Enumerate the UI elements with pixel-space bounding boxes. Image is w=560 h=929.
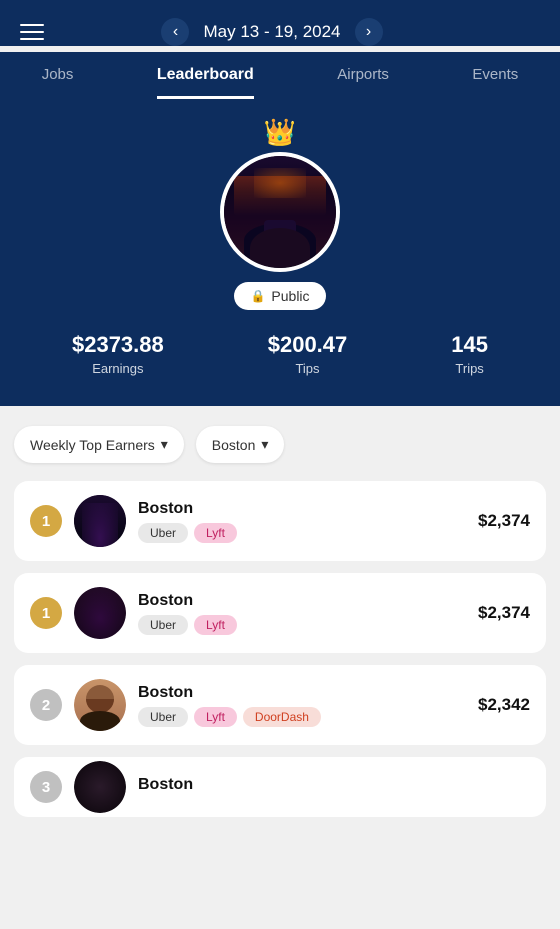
item-info-2: Boston Uber Lyft: [138, 592, 466, 635]
item-info-4: Boston: [138, 776, 530, 799]
earnings-value: $2373.88: [72, 332, 164, 358]
next-week-button[interactable]: ›: [355, 18, 383, 46]
city-label-3: Boston: [138, 684, 466, 702]
stats-row: $2373.88 Earnings $200.47 Tips 145 Trips: [20, 332, 540, 376]
date-range-label: May 13 - 19, 2024: [203, 22, 340, 42]
item-info-3: Boston Uber Lyft DoorDash: [138, 684, 466, 727]
hamburger-menu[interactable]: [20, 24, 44, 40]
user-avatar: [220, 152, 340, 272]
filter-row: Weekly Top Earners ▾ Boston ▾: [14, 426, 546, 463]
tab-jobs[interactable]: Jobs: [42, 66, 74, 99]
city-label-1: Boston: [138, 500, 466, 518]
header: ‹ May 13 - 19, 2024 ›: [0, 0, 560, 46]
uber-tag-2: Uber: [138, 615, 188, 635]
privacy-label: Public: [271, 288, 309, 304]
crown-icon: 👑: [264, 117, 296, 148]
amount-3: $2,342: [478, 695, 530, 715]
leaderboard-item-partial[interactable]: 3 Boston: [14, 757, 546, 817]
trips-label: Trips: [451, 361, 488, 376]
earnings-stat: $2373.88 Earnings: [72, 332, 164, 376]
amount-1: $2,374: [478, 511, 530, 531]
prev-week-button[interactable]: ‹: [161, 18, 189, 46]
privacy-badge[interactable]: 🔒 Public: [234, 282, 325, 310]
avatar-4: [74, 761, 126, 813]
earners-filter-label: Weekly Top Earners: [30, 437, 155, 453]
avatar-image: [224, 156, 336, 268]
earners-chevron-icon: ▾: [161, 436, 168, 453]
earners-filter-button[interactable]: Weekly Top Earners ▾: [14, 426, 184, 463]
item-info-1: Boston Uber Lyft: [138, 500, 466, 543]
earnings-label: Earnings: [72, 361, 164, 376]
city-label-4: Boston: [138, 776, 530, 794]
uber-tag-1: Uber: [138, 523, 188, 543]
rank-badge-2: 1: [30, 597, 62, 629]
leaderboard-item[interactable]: 2 Boston Uber Lyft DoorDash $2,342: [14, 665, 546, 745]
doordash-tag-3: DoorDash: [243, 707, 321, 727]
tags-3: Uber Lyft DoorDash: [138, 707, 466, 727]
location-filter-button[interactable]: Boston ▾: [196, 426, 285, 463]
list-section: Weekly Top Earners ▾ Boston ▾ 1 Boston U…: [0, 406, 560, 849]
date-navigation: ‹ May 13 - 19, 2024 ›: [161, 18, 382, 46]
main-tabs: Jobs Leaderboard Airports Events: [0, 52, 560, 99]
lyft-tag-3: Lyft: [194, 707, 237, 727]
lyft-tag-1: Lyft: [194, 523, 237, 543]
rank-badge-3: 2: [30, 689, 62, 721]
trips-value: 145: [451, 332, 488, 358]
tips-label: Tips: [268, 361, 348, 376]
leaderboard-item[interactable]: 1 Boston Uber Lyft $2,374: [14, 573, 546, 653]
uber-tag-3: Uber: [138, 707, 188, 727]
lyft-tag-2: Lyft: [194, 615, 237, 635]
avatar-1: [74, 495, 126, 547]
tab-events[interactable]: Events: [472, 66, 518, 99]
tab-leaderboard[interactable]: Leaderboard: [157, 66, 254, 99]
rank-badge-1: 1: [30, 505, 62, 537]
hero-section: 👑 🔒 Public $2373.88 Earnings $200.47 Tip…: [0, 99, 560, 406]
tab-airports[interactable]: Airports: [337, 66, 389, 99]
lock-icon: 🔒: [250, 289, 265, 303]
avatar-3: [74, 679, 126, 731]
rank-badge-4: 3: [30, 771, 62, 803]
location-chevron-icon: ▾: [261, 436, 268, 453]
leaderboard-item[interactable]: 1 Boston Uber Lyft $2,374: [14, 481, 546, 561]
tips-value: $200.47: [268, 332, 348, 358]
tags-2: Uber Lyft: [138, 615, 466, 635]
avatar-2: [74, 587, 126, 639]
tags-1: Uber Lyft: [138, 523, 466, 543]
location-filter-label: Boston: [212, 437, 256, 453]
amount-2: $2,374: [478, 603, 530, 623]
city-label-2: Boston: [138, 592, 466, 610]
trips-stat: 145 Trips: [451, 332, 488, 376]
tips-stat: $200.47 Tips: [268, 332, 348, 376]
